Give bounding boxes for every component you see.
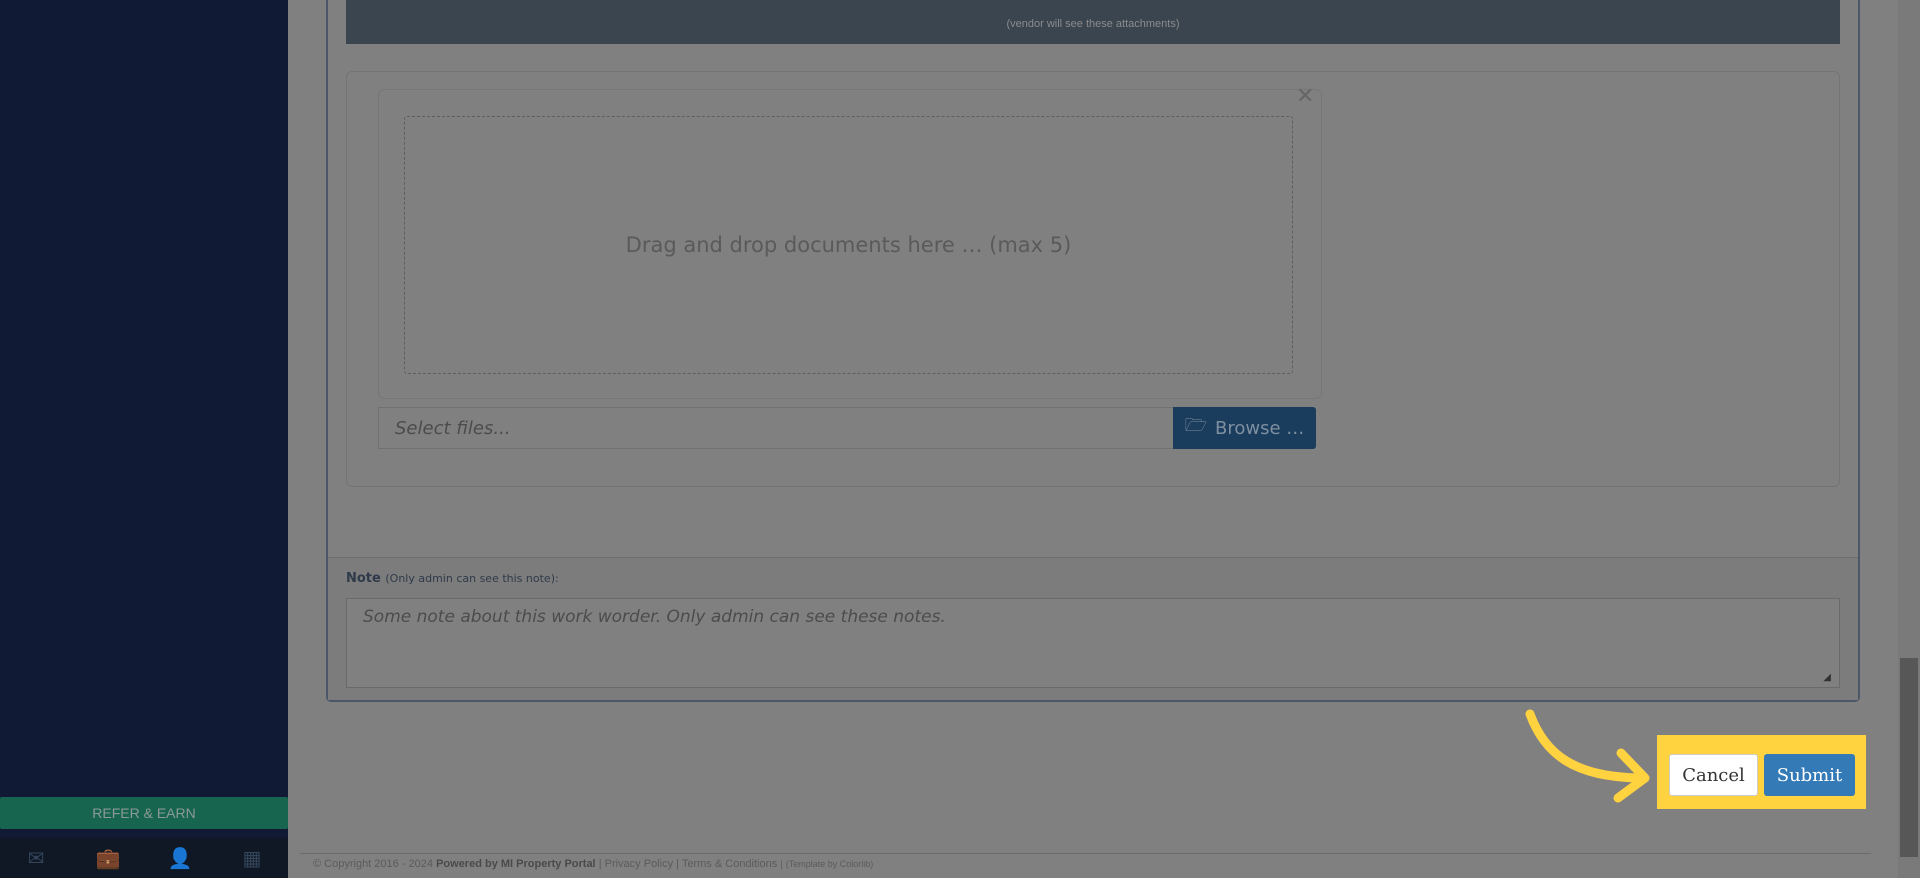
envelope-icon[interactable]: ✉ xyxy=(24,846,48,870)
privacy-policy-link[interactable]: Privacy Policy xyxy=(605,858,673,870)
copyright: © Copyright 2016 - 2024 xyxy=(313,858,434,870)
separator: | xyxy=(676,858,679,870)
template-credit[interactable]: (Template by Colorlib) xyxy=(786,859,874,869)
briefcase-icon[interactable]: 💼 xyxy=(96,846,121,870)
note-label-sub: (Only admin can see this note): xyxy=(385,572,559,585)
select-files-input[interactable]: Select files... xyxy=(378,407,1173,449)
powered-by-link[interactable]: Powered by MI Property Portal xyxy=(436,858,596,870)
scrollbar-thumb[interactable] xyxy=(1900,658,1918,857)
browse-button[interactable]: 🗁 Browse … xyxy=(1173,407,1316,449)
sidebar-footer: ✉ 💼 👤 ▦ xyxy=(0,838,288,878)
pointer-arrow-icon xyxy=(1525,709,1650,803)
user-icon[interactable]: 👤 xyxy=(168,846,193,870)
note-label: Note (Only admin can see this note): xyxy=(346,571,559,586)
refer-earn-button[interactable]: REFER & EARN xyxy=(0,797,288,829)
dropzone-text: Drag and drop documents here … (max 5) xyxy=(625,233,1072,257)
separator: | xyxy=(780,859,783,869)
vendor-note: (vendor will see these attachments) xyxy=(1006,18,1180,30)
calculator-icon[interactable]: ▦ xyxy=(240,846,264,870)
cancel-button[interactable]: Cancel xyxy=(1669,754,1758,796)
note-label-main: Note xyxy=(346,571,381,586)
folder-open-icon: 🗁 xyxy=(1184,415,1208,436)
attachments-banner: (vendor will see these attachments) xyxy=(346,0,1840,44)
footer: © Copyright 2016 - 2024 Powered by MI Pr… xyxy=(313,858,873,870)
terms-link[interactable]: Terms & Conditions xyxy=(682,858,777,870)
browse-label: Browse … xyxy=(1215,417,1305,439)
dropzone[interactable]: Drag and drop documents here … (max 5) xyxy=(404,116,1293,374)
note-textarea[interactable]: Some note about this work worder. Only a… xyxy=(346,598,1840,688)
footer-divider xyxy=(300,853,1871,854)
sidebar xyxy=(0,0,288,878)
close-icon[interactable]: ✕ xyxy=(1296,86,1314,108)
submit-button[interactable]: Submit xyxy=(1764,754,1855,796)
separator: | xyxy=(598,858,602,870)
note-placeholder: Some note about this work worder. Only a… xyxy=(363,607,946,627)
resize-grip-icon[interactable]: ◢ xyxy=(1823,672,1831,683)
